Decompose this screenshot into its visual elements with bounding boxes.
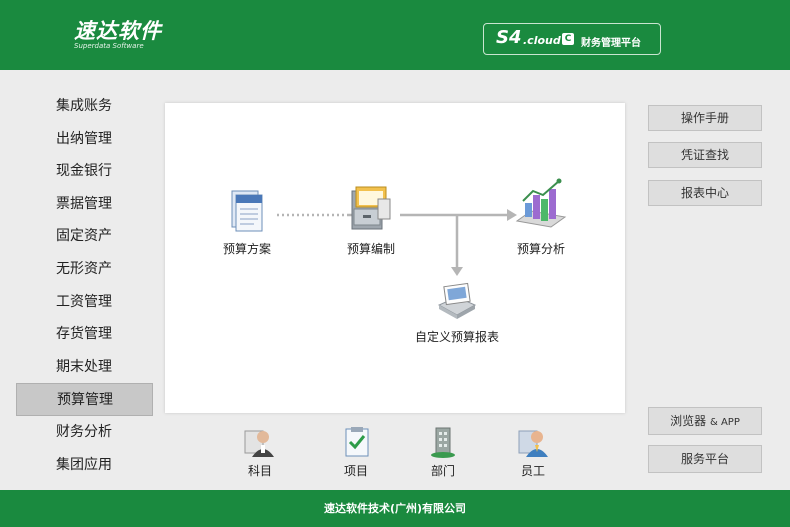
employee-label: 员工 xyxy=(520,464,545,478)
sidebar-item-fixed-assets[interactable]: 固定资产 xyxy=(16,220,153,253)
checklist-icon xyxy=(345,427,369,457)
browser-app-label: & APP xyxy=(709,417,740,428)
building-icon xyxy=(431,427,455,458)
product-c-icon: C xyxy=(562,33,574,45)
bar-chart-icon xyxy=(515,178,567,228)
header-bar: 速达软件 Superdata Software S4 .cloud C 财务管理… xyxy=(0,0,790,70)
project-shortcut[interactable]: 项目 xyxy=(336,425,376,479)
sidebar-nav: 集成账务 出纳管理 现金银行 票据管理 固定资产 无形资产 工资管理 存货管理 … xyxy=(16,90,153,481)
budget-flow-panel: 预算方案 预算编制 预算分析 自定义预算报表 xyxy=(165,103,625,413)
product-s4: S4 xyxy=(496,27,522,48)
voucher-search-button[interactable]: 凭证查找 xyxy=(648,142,762,168)
subject-shortcut[interactable]: 科目 xyxy=(240,425,280,479)
logo-en: Superdata Software xyxy=(74,42,144,50)
service-platform-button[interactable]: 服务平台 xyxy=(648,445,762,473)
sidebar-item-financial-analysis[interactable]: 财务分析 xyxy=(16,416,153,449)
footer-bar: 速达软件技术(广州)有限公司 xyxy=(0,490,790,527)
flow-connectors xyxy=(277,209,517,276)
budget-analysis-label: 预算分析 xyxy=(516,242,565,256)
project-label: 项目 xyxy=(343,464,368,478)
sidebar-item-bills[interactable]: 票据管理 xyxy=(16,188,153,221)
department-label: 部门 xyxy=(430,464,455,478)
document-icon xyxy=(231,190,263,232)
product-cloud: .cloud xyxy=(523,34,561,47)
employee-shortcut[interactable]: 员工 xyxy=(513,425,553,479)
budget-analysis-node[interactable]: 预算分析 xyxy=(509,177,573,257)
report-center-button[interactable]: 报表中心 xyxy=(648,180,762,206)
custom-report-node[interactable]: 自定义预算报表 xyxy=(409,281,505,345)
subject-icon xyxy=(244,430,274,457)
file-cabinet-icon xyxy=(351,186,391,230)
sidebar-item-period-end[interactable]: 期末处理 xyxy=(16,351,153,384)
manual-button[interactable]: 操作手册 xyxy=(648,105,762,131)
budget-compile-label: 预算编制 xyxy=(346,242,395,256)
company-name: 速达软件技术(广州)有限公司 xyxy=(323,502,467,515)
browser-app-button[interactable]: 浏览器 & APP xyxy=(648,407,762,435)
sidebar-item-integrated-accounts[interactable]: 集成账务 xyxy=(16,90,153,123)
sidebar-item-payroll[interactable]: 工资管理 xyxy=(16,286,153,319)
product-badge: S4 .cloud C 财务管理平台 xyxy=(483,23,661,55)
custom-report-label: 自定义预算报表 xyxy=(414,330,499,344)
report-tray-icon xyxy=(437,282,477,319)
product-name: 财务管理平台 xyxy=(581,38,641,49)
subject-label: 科目 xyxy=(247,464,272,478)
budget-compile-node[interactable]: 预算编制 xyxy=(341,185,401,257)
sidebar-item-inventory[interactable]: 存货管理 xyxy=(16,318,153,351)
browser-label: 浏览器 xyxy=(670,414,707,428)
budget-plan-label: 预算方案 xyxy=(222,242,271,256)
logo-cn: 速达软件 xyxy=(74,19,162,43)
sidebar-item-cashier[interactable]: 出纳管理 xyxy=(16,123,153,156)
logo: 速达软件 Superdata Software xyxy=(74,20,162,50)
sidebar-item-cash-bank[interactable]: 现金银行 xyxy=(16,155,153,188)
department-shortcut[interactable]: 部门 xyxy=(423,425,463,479)
budget-plan-node[interactable]: 预算方案 xyxy=(217,189,277,257)
sidebar-item-group[interactable]: 集团应用 xyxy=(16,449,153,482)
employee-icon xyxy=(518,430,548,457)
sidebar-item-intangible-assets[interactable]: 无形资产 xyxy=(16,253,153,286)
sidebar-item-budget[interactable]: 预算管理 xyxy=(16,383,153,416)
